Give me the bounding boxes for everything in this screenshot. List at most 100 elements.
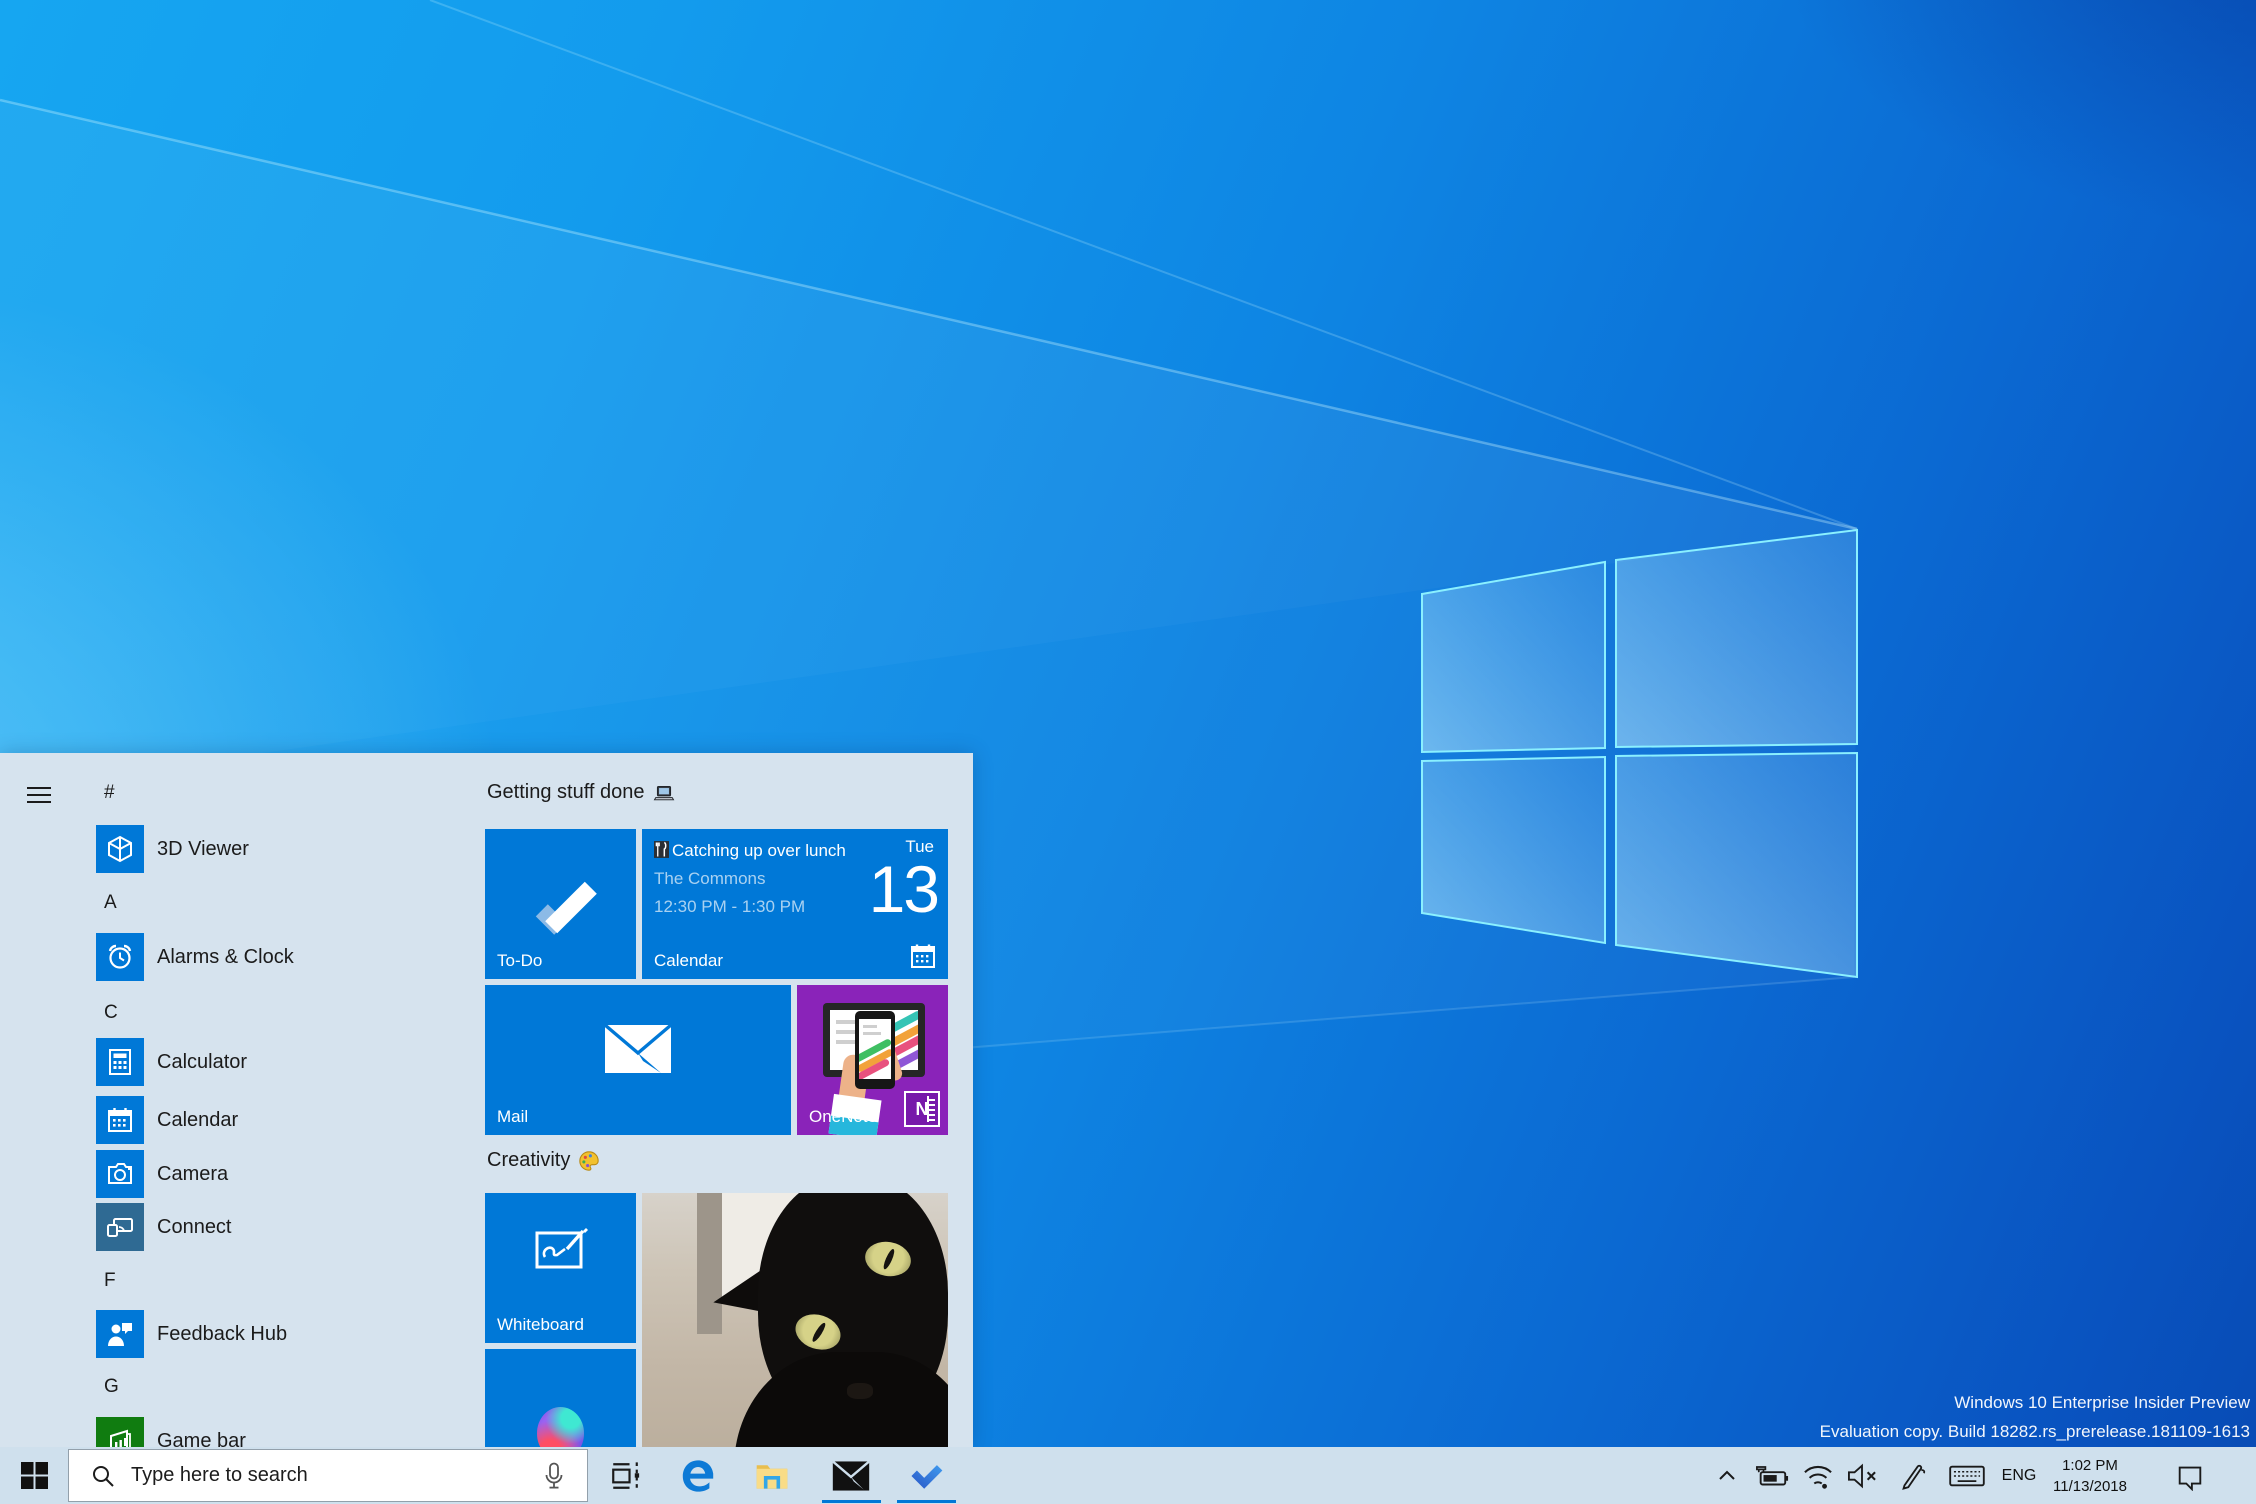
palette-emoji-icon — [579, 1150, 600, 1171]
tile-mail[interactable]: Mail — [485, 985, 791, 1135]
action-center-button[interactable] — [2164, 1447, 2216, 1504]
group-title: Creativity — [487, 1149, 571, 1171]
onenote-logo-icon: N — [904, 1091, 940, 1127]
wifi-icon — [1804, 1465, 1832, 1489]
app-label: Alarms & Clock — [157, 945, 294, 968]
tray-pen[interactable] — [1892, 1447, 1932, 1504]
tile-label: Mail — [497, 1107, 529, 1126]
todo-check-taskbar-icon — [911, 1464, 943, 1489]
app-list-item-camera[interactable]: Camera — [96, 1150, 482, 1198]
clock-date: 11/13/2018 — [2053, 1477, 2127, 1495]
event-title: Catching up over lunch — [672, 841, 846, 860]
search-placeholder: Type here to search — [131, 1464, 308, 1486]
app-list-section-A[interactable]: A — [96, 891, 482, 915]
laptop-emoji-icon — [653, 785, 674, 800]
calculator-icon — [96, 1038, 144, 1086]
start-menu-app-list: #3D Viewer A Alarms & Clock C Calculator Cale… — [96, 753, 482, 1447]
windows-start-icon — [20, 1462, 48, 1489]
app-list-section-G[interactable]: G — [96, 1375, 482, 1399]
app-label: Calendar — [157, 1108, 239, 1131]
evaluation-watermark: Windows 10 Enterprise Insider Preview Ev… — [1820, 1388, 2250, 1446]
onenote-illustration-phone — [855, 1011, 895, 1089]
start-menu-rail — [0, 753, 76, 1447]
app-list-item-calculator[interactable]: Calculator — [96, 1038, 482, 1086]
mail-envelope-icon — [603, 1023, 673, 1073]
start-button[interactable] — [0, 1447, 68, 1504]
tile-cortana[interactable] — [485, 1349, 636, 1447]
tile-todo[interactable]: To-Do — [485, 829, 636, 979]
event-location: The Commons — [654, 869, 766, 888]
mail-running-indicator — [822, 1500, 881, 1503]
alarm-clock-icon — [96, 933, 144, 981]
tray-show-hidden-icons[interactable] — [1709, 1447, 1745, 1504]
calendar-glyph-icon — [911, 944, 935, 968]
tile-label: To-Do — [497, 951, 543, 970]
tray-language[interactable]: ENG — [1996, 1447, 2042, 1504]
clock-time: 1:02 PM — [2062, 1456, 2118, 1474]
file-explorer-icon — [756, 1464, 788, 1489]
app-list-section-#[interactable]: # — [96, 781, 482, 805]
microphone-icon[interactable] — [543, 1462, 565, 1492]
battery-charging-icon — [1756, 1465, 1789, 1485]
pen-icon — [1902, 1464, 1926, 1490]
app-label: Camera — [157, 1162, 229, 1185]
app-label: Feedback Hub — [157, 1322, 288, 1345]
watermark-line1: Windows 10 Enterprise Insider Preview — [1954, 1393, 2250, 1412]
cat-photo — [642, 1193, 948, 1447]
app-label: Calculator — [157, 1050, 248, 1073]
chevron-up-icon — [1719, 1470, 1735, 1480]
connect-icon — [96, 1203, 144, 1251]
search-icon — [93, 1465, 114, 1487]
tile-onenote[interactable]: OneNote N — [797, 985, 948, 1135]
tile-calendar[interactable]: Catching up over lunch The Commons 12:30… — [642, 829, 948, 979]
app-list-section-F[interactable]: F — [96, 1269, 482, 1293]
app-list-item-game-bar[interactable]: Game bar — [96, 1417, 482, 1447]
touch-keyboard-icon — [1949, 1465, 1985, 1486]
mail-app-button[interactable] — [830, 1447, 872, 1504]
task-view-button[interactable] — [604, 1447, 646, 1504]
calendar-date: 13 — [868, 852, 940, 926]
whiteboard-icon — [535, 1228, 588, 1269]
fork-knife-emoji-icon — [654, 841, 669, 858]
start-menu: #3D Viewer A Alarms & Clock C Calculator Cale… — [0, 753, 973, 1447]
app-label: 3D Viewer — [157, 837, 249, 860]
taskbar-search-input[interactable]: Type here to search — [68, 1449, 588, 1502]
tray-touch-keyboard[interactable] — [1944, 1447, 1990, 1504]
feedback-icon — [96, 1310, 144, 1358]
tray-battery[interactable] — [1752, 1447, 1792, 1504]
todo-running-indicator — [897, 1500, 956, 1503]
taskbar: Type here to search ENG 1:02 PM 11/13/20… — [0, 1447, 2256, 1504]
language-indicator: ENG — [2001, 1466, 2037, 1484]
app-list-item-calendar[interactable]: Calendar — [96, 1096, 482, 1144]
calendar-event: Catching up over lunch The Commons 12:30… — [654, 837, 864, 921]
tray-volume[interactable] — [1842, 1447, 1882, 1504]
tile-group-header-getting-stuff-done[interactable]: Getting stuff done — [487, 781, 675, 804]
camera-icon — [96, 1150, 144, 1198]
expand-menu-icon[interactable] — [27, 787, 51, 803]
app-list-item-connect[interactable]: Connect — [96, 1203, 482, 1251]
game-bar-icon — [96, 1417, 144, 1447]
file-explorer-button[interactable] — [751, 1447, 793, 1504]
app-list-item-feedback-hub[interactable]: Feedback Hub — [96, 1310, 482, 1358]
app-label: Game bar — [157, 1429, 246, 1448]
calendar-icon — [96, 1096, 144, 1144]
3d-cube-icon — [96, 825, 144, 873]
volume-muted-icon — [1848, 1463, 1876, 1488]
tray-network[interactable] — [1798, 1447, 1838, 1504]
app-list-section-C[interactable]: C — [96, 1001, 482, 1025]
todo-app-button[interactable] — [905, 1447, 947, 1504]
tile-photos-cat[interactable] — [642, 1193, 948, 1447]
app-list-item-3d-viewer[interactable]: 3D Viewer — [96, 825, 482, 873]
task-view-icon — [612, 1461, 640, 1490]
group-title: Getting stuff done — [487, 781, 645, 803]
tile-group-header-creativity[interactable]: Creativity — [487, 1149, 600, 1172]
app-label: Connect — [157, 1215, 232, 1238]
edge-icon — [682, 1459, 714, 1492]
tray-clock[interactable]: 1:02 PM 11/13/2018 — [2042, 1447, 2138, 1504]
app-list-item-alarms-clock[interactable]: Alarms & Clock — [96, 933, 482, 981]
tile-label: Calendar — [654, 951, 723, 970]
watermark-line2: Evaluation copy. Build 18282.rs_prerelea… — [1819, 1422, 2250, 1441]
edge-browser-button[interactable] — [677, 1447, 719, 1504]
mail-taskbar-icon — [832, 1460, 870, 1491]
tile-whiteboard[interactable]: Whiteboard — [485, 1193, 636, 1343]
